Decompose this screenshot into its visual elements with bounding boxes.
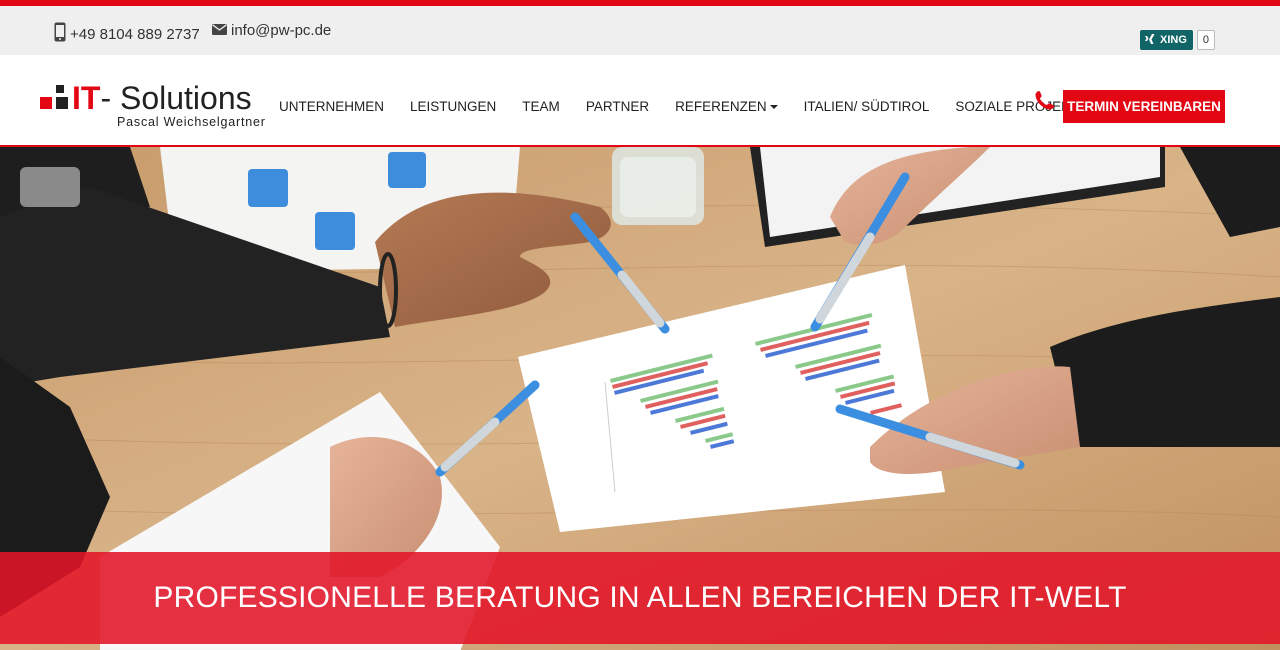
book-appointment-button[interactable]: TERMIN VEREINBAREN [1063, 90, 1225, 123]
logo-wordmark: IT- Solutions [72, 80, 252, 116]
nav-item-referenzen[interactable]: REFERENZEN [675, 99, 778, 114]
nav-item-team[interactable]: TEAM [522, 99, 560, 114]
hero-banner: PROFESSIONELLE BERATUNG IN ALLEN BEREICH… [0, 552, 1280, 644]
hero-section: PROFESSIONELLE BERATUNG IN ALLEN BEREICH… [0, 145, 1280, 650]
caret-down-icon [769, 105, 778, 110]
xing-label: XING [1160, 34, 1187, 46]
nav-item-unternehmen[interactable]: UNTERNEHMEN [279, 99, 384, 114]
xing-icon [1144, 33, 1156, 48]
mobile-phone-icon [54, 22, 66, 46]
nav-item-italien-suedtirol[interactable]: ITALIEN/ SÜDTIROL [804, 99, 930, 114]
envelope-icon [212, 22, 227, 39]
xing-share[interactable]: XING 0 [1140, 30, 1215, 50]
site-header: IT- Solutions Pascal Weichselgartner UNT… [0, 55, 1280, 145]
logo-squares-icon [40, 85, 68, 109]
email-contact[interactable]: info@pw-pc.de [212, 22, 331, 39]
logo-subtitle: Pascal Weichselgartner [117, 115, 266, 129]
phone-contact[interactable]: +49 8104 889 2737 [54, 22, 200, 46]
hero-headline: PROFESSIONELLE BERATUNG IN ALLEN BEREICH… [153, 581, 1127, 614]
nav-item-leistungen[interactable]: LEISTUNGEN [410, 99, 496, 114]
email-link[interactable]: info@pw-pc.de [231, 22, 331, 39]
phone-handset-icon [1035, 90, 1055, 115]
xing-share-count: 0 [1196, 30, 1215, 50]
site-logo[interactable]: IT- Solutions Pascal Weichselgartner [40, 81, 265, 131]
nav-item-partner[interactable]: PARTNER [586, 99, 649, 114]
main-nav: UNTERNEHMEN LEISTUNGEN TEAM PARTNER REFE… [279, 99, 1087, 114]
phone-number: +49 8104 889 2737 [70, 25, 200, 43]
xing-button[interactable]: XING [1140, 30, 1193, 50]
contact-topbar: +49 8104 889 2737 info@pw-pc.de XING 0 [0, 6, 1280, 55]
